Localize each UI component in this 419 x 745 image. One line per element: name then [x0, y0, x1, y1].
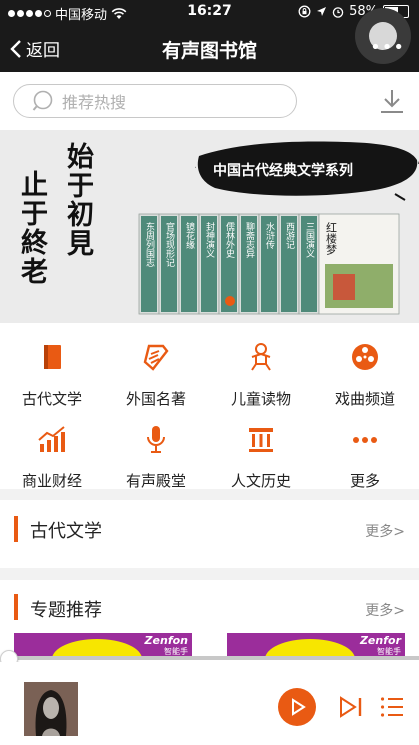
section-more-link[interactable]: 更多> [365, 600, 405, 620]
book-spine: 三国演义 [298, 213, 320, 315]
book-title: 聊斋志异 [244, 221, 255, 259]
playback-progress-track[interactable] [8, 656, 419, 660]
section-accent-bar [14, 594, 18, 620]
book-spine: 东周列国志 [138, 213, 160, 315]
gingerbread-icon [251, 343, 271, 371]
album-cover[interactable] [24, 682, 78, 736]
banner-calligraphy-right: 始于初見 [62, 142, 93, 258]
book-title: 水浒传 [264, 221, 275, 250]
category-label: 有声殿堂 [125, 472, 186, 490]
section-more-link[interactable]: 更多> [365, 521, 405, 541]
mini-player [0, 662, 419, 745]
book-spine: 官场现形记 [158, 213, 180, 315]
category-label: 外国名著 [125, 390, 186, 408]
chart-icon [38, 426, 65, 452]
section-ancient-literature: 古代文学 更多> [0, 500, 419, 568]
category-more[interactable]: 更多 [313, 424, 417, 494]
next-track-button[interactable] [339, 696, 363, 718]
book-icon [44, 345, 61, 369]
category-childrens-books[interactable]: 儿童读物 [209, 342, 313, 412]
category-ancient-literature[interactable]: 古代文学 [0, 342, 104, 412]
category-label: 更多 [349, 472, 380, 490]
search-placeholder: 推荐热搜 [62, 93, 127, 112]
book-cover: 红楼梦 [318, 213, 400, 315]
search-input[interactable]: 推荐热搜 [13, 84, 297, 118]
category-grid: 古代文学 外国名著 儿童读物 戏曲频道 商业财经 有声殿堂 人文历史 更多 [0, 323, 419, 490]
scroll-icon [143, 344, 169, 371]
book-title: 官场现形记 [164, 221, 175, 267]
more-dots-icon [353, 437, 377, 443]
category-foreign-classics[interactable]: 外国名著 [104, 342, 208, 412]
section-title: 古代文学 [30, 521, 102, 542]
book-title: 镜花缘 [184, 221, 195, 249]
banner-series-title: 中国古代经典文学系列 [213, 163, 353, 179]
category-business-finance[interactable]: 商业财经 [0, 424, 104, 494]
book-title: 红楼梦 [325, 222, 338, 256]
playlist-button[interactable] [380, 696, 404, 718]
section-title: 专题推荐 [30, 600, 102, 621]
search-bar: 推荐热搜 [0, 72, 419, 130]
category-humanities-history[interactable]: 人文历史 [209, 424, 313, 494]
book-title: 三国演义 [304, 222, 315, 258]
play-button[interactable] [278, 688, 316, 726]
top-bar: 中国移动 16:27 58% 返回 有声图书馆 ••• [0, 0, 419, 72]
book-spine: 水浒传 [258, 213, 280, 315]
category-label: 儿童读物 [230, 390, 291, 408]
category-label: 商业财经 [21, 472, 82, 490]
category-audio-hall[interactable]: 有声殿堂 [104, 424, 208, 494]
museum-icon [249, 428, 273, 452]
book-spine: 西游记 [278, 213, 300, 315]
download-icon[interactable] [379, 88, 405, 114]
category-label: 古代文学 [21, 390, 82, 408]
film-reel-icon [352, 344, 378, 370]
book-spine: 镜花缘 [178, 213, 200, 315]
status-bar: 中国移动 16:27 58% [0, 0, 419, 24]
microphone-icon [147, 426, 165, 453]
banner-carousel[interactable]: 始于初見 止于終老 中国古代经典文学系列 东周列国志 官场现形记 镜花缘 封神演义 儒林… [0, 130, 419, 323]
book-set-image: 东周列国志 官场现形记 镜花缘 封神演义 儒林外史 聊斋志异 水浒传 西游记 三国演义 红楼梦 [138, 213, 400, 315]
alarm-icon [332, 6, 344, 18]
play-icon [292, 698, 306, 716]
category-label: 戏曲频道 [334, 390, 395, 408]
section-accent-bar [14, 516, 18, 542]
location-icon [317, 7, 327, 16]
search-icon [32, 90, 53, 111]
book-spine: 聊斋志异 [238, 213, 260, 315]
book-title: 西游记 [284, 222, 295, 249]
category-label: 人文历史 [230, 472, 291, 490]
book-title: 封神演义 [204, 221, 215, 258]
carousel-indicator[interactable] [225, 296, 235, 306]
book-title: 儒林外史 [224, 221, 235, 259]
book-title: 东周列国志 [144, 221, 155, 267]
category-opera-channel[interactable]: 戏曲频道 [313, 342, 417, 412]
book-spine: 封神演义 [198, 213, 220, 315]
rotation-lock-icon [298, 5, 311, 18]
more-menu-icon[interactable]: ••• [370, 37, 405, 58]
banner-calligraphy-left: 止于終老 [16, 170, 47, 286]
